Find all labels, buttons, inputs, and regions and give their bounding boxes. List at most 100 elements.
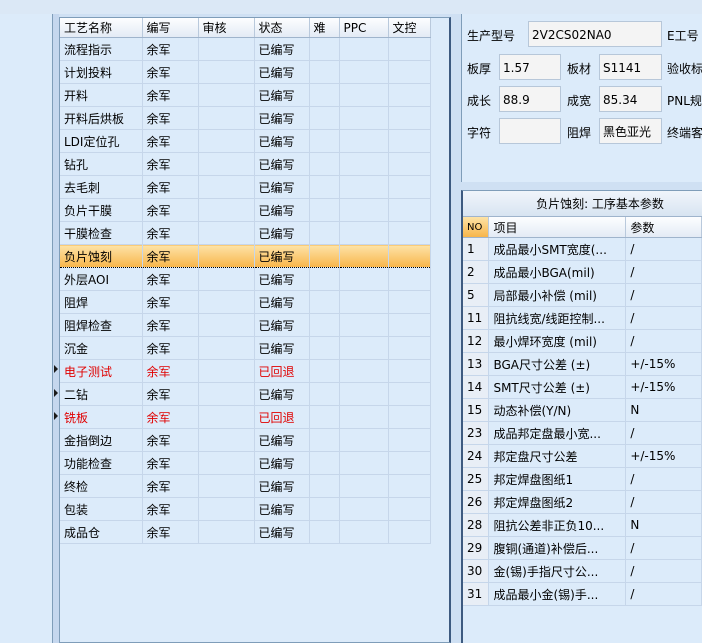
table-row[interactable]: 24 邦定盘尺寸公差 +/-15% — [463, 444, 702, 468]
table-row[interactable]: 外层AOI 余军 已编写 — [60, 267, 431, 291]
param-value-cell[interactable]: / — [625, 490, 702, 514]
ppc-cell[interactable] — [339, 175, 389, 199]
param-no-cell[interactable]: 14 — [463, 375, 490, 399]
reviewer-cell[interactable] — [198, 405, 255, 429]
param-no-cell[interactable]: 11 — [463, 306, 490, 330]
reviewer-cell[interactable] — [198, 451, 255, 475]
table-row[interactable]: 5 局部最小补偿 (mil) / — [463, 283, 702, 307]
param-item-cell[interactable]: 成品最小SMT宽度(... — [488, 237, 627, 261]
param-item-cell[interactable]: 成品邦定盘最小宽... — [488, 421, 627, 445]
column-header-process-name[interactable]: 工艺名称 — [60, 18, 143, 38]
table-row[interactable]: 14 SMT尺寸公差 (±) +/-15% — [463, 375, 702, 399]
table-row[interactable]: 11 阻抗线宽/线距控制... / — [463, 306, 702, 330]
reviewer-cell[interactable] — [198, 336, 255, 360]
param-no-cell[interactable]: 5 — [463, 283, 490, 307]
table-row[interactable]: 负片干膜 余军 已编写 — [60, 198, 431, 222]
ppc-cell[interactable] — [339, 428, 389, 452]
ppc-cell[interactable] — [339, 267, 389, 291]
document-control-cell[interactable] — [388, 313, 431, 337]
process-name-cell[interactable]: 阻焊 — [60, 290, 143, 314]
ppc-cell[interactable] — [339, 313, 389, 337]
param-no-cell[interactable]: 30 — [463, 559, 490, 583]
difficulty-cell[interactable] — [309, 129, 340, 153]
difficulty-cell[interactable] — [309, 451, 340, 475]
document-control-cell[interactable] — [388, 129, 431, 153]
document-control-cell[interactable] — [388, 198, 431, 222]
document-control-cell[interactable] — [388, 244, 431, 268]
param-no-cell[interactable]: 28 — [463, 513, 490, 537]
table-row[interactable]: 2 成品最小BGA(mil) / — [463, 260, 702, 284]
table-row[interactable]: 二钻 余军 已编写 — [60, 382, 431, 406]
writer-cell[interactable]: 余军 — [142, 474, 199, 498]
writer-cell[interactable]: 余军 — [142, 129, 199, 153]
process-name-cell[interactable]: 开料 — [60, 83, 143, 107]
status-cell[interactable]: 已编写 — [254, 267, 310, 291]
table-row[interactable]: 阻焊 余军 已编写 — [60, 290, 431, 314]
writer-cell[interactable]: 余军 — [142, 336, 199, 360]
writer-cell[interactable]: 余军 — [142, 290, 199, 314]
writer-cell[interactable]: 余军 — [142, 520, 199, 544]
writer-cell[interactable]: 余军 — [142, 359, 199, 383]
status-cell[interactable]: 已编写 — [254, 451, 310, 475]
status-cell[interactable]: 已编写 — [254, 244, 310, 268]
document-control-cell[interactable] — [388, 520, 431, 544]
table-row[interactable]: 去毛刺 余军 已编写 — [60, 175, 431, 199]
reviewer-cell[interactable] — [198, 382, 255, 406]
param-value-cell[interactable]: / — [625, 306, 702, 330]
difficulty-cell[interactable] — [309, 83, 340, 107]
thickness-field[interactable]: 1.57 — [499, 54, 561, 80]
status-cell[interactable]: 已编写 — [254, 336, 310, 360]
writer-cell[interactable]: 余军 — [142, 267, 199, 291]
process-name-cell[interactable]: 金指倒边 — [60, 428, 143, 452]
table-row[interactable]: 金指倒边 余军 已编写 — [60, 428, 431, 452]
param-item-cell[interactable]: 金(锡)手指尺寸公... — [488, 559, 627, 583]
document-control-cell[interactable] — [388, 428, 431, 452]
param-item-cell[interactable]: 最小焊环宽度 (mil) — [488, 329, 627, 353]
difficulty-cell[interactable] — [309, 290, 340, 314]
splitter-arrow-icon[interactable] — [54, 365, 58, 373]
table-row[interactable]: 流程指示 余军 已编写 — [60, 37, 431, 61]
difficulty-cell[interactable] — [309, 336, 340, 360]
difficulty-cell[interactable] — [309, 106, 340, 130]
writer-cell[interactable]: 余军 — [142, 198, 199, 222]
process-name-cell[interactable]: 钻孔 — [60, 152, 143, 176]
reviewer-cell[interactable] — [198, 129, 255, 153]
param-no-cell[interactable]: 15 — [463, 398, 490, 422]
document-control-cell[interactable] — [388, 290, 431, 314]
reviewer-cell[interactable] — [198, 428, 255, 452]
process-name-cell[interactable]: 沉金 — [60, 336, 143, 360]
table-row[interactable]: 12 最小焊环宽度 (mil) / — [463, 329, 702, 353]
param-no-cell[interactable]: 26 — [463, 490, 490, 514]
table-row[interactable]: 25 邦定焊盘图纸1/ — [463, 467, 702, 491]
document-control-cell[interactable] — [388, 175, 431, 199]
param-item-cell[interactable]: 成品最小BGA(mil) — [488, 260, 627, 284]
difficulty-cell[interactable] — [309, 359, 340, 383]
document-control-cell[interactable] — [388, 359, 431, 383]
param-item-cell[interactable]: SMT尺寸公差 (±) — [488, 375, 627, 399]
difficulty-cell[interactable] — [309, 382, 340, 406]
width-field[interactable]: 85.34 — [599, 86, 662, 112]
document-control-cell[interactable] — [388, 60, 431, 84]
param-item-cell[interactable]: 成品最小金(锡)手... — [488, 582, 627, 606]
status-cell[interactable]: 已编写 — [254, 497, 310, 521]
difficulty-cell[interactable] — [309, 60, 340, 84]
left-navigation-pane[interactable] — [0, 14, 53, 643]
reviewer-cell[interactable] — [198, 175, 255, 199]
column-header-document-control[interactable]: 文控 — [388, 18, 431, 38]
process-grid[interactable]: 工艺名称 编写 审核 状态 难 PPC 文控 流程指示 余军 已编写 计划投料 余军 已编… — [59, 17, 451, 643]
table-row[interactable]: 包装 余军 已编写 — [60, 497, 431, 521]
param-item-cell[interactable]: 邦定盘尺寸公差 — [488, 444, 627, 468]
reviewer-cell[interactable] — [198, 106, 255, 130]
reviewer-cell[interactable] — [198, 60, 255, 84]
table-row[interactable]: 28 阻抗公差非正负10... N — [463, 513, 702, 537]
difficulty-cell[interactable] — [309, 175, 340, 199]
writer-cell[interactable]: 余军 — [142, 313, 199, 337]
reviewer-cell[interactable] — [198, 83, 255, 107]
column-header-no[interactable]: NO — [463, 217, 490, 238]
param-value-cell[interactable]: +/-15% — [625, 444, 702, 468]
process-name-cell[interactable]: 干膜检查 — [60, 221, 143, 245]
status-cell[interactable]: 已编写 — [254, 474, 310, 498]
column-header-ppc[interactable]: PPC — [339, 18, 389, 38]
ppc-cell[interactable] — [339, 221, 389, 245]
table-row[interactable]: 26 邦定焊盘图纸2/ — [463, 490, 702, 514]
